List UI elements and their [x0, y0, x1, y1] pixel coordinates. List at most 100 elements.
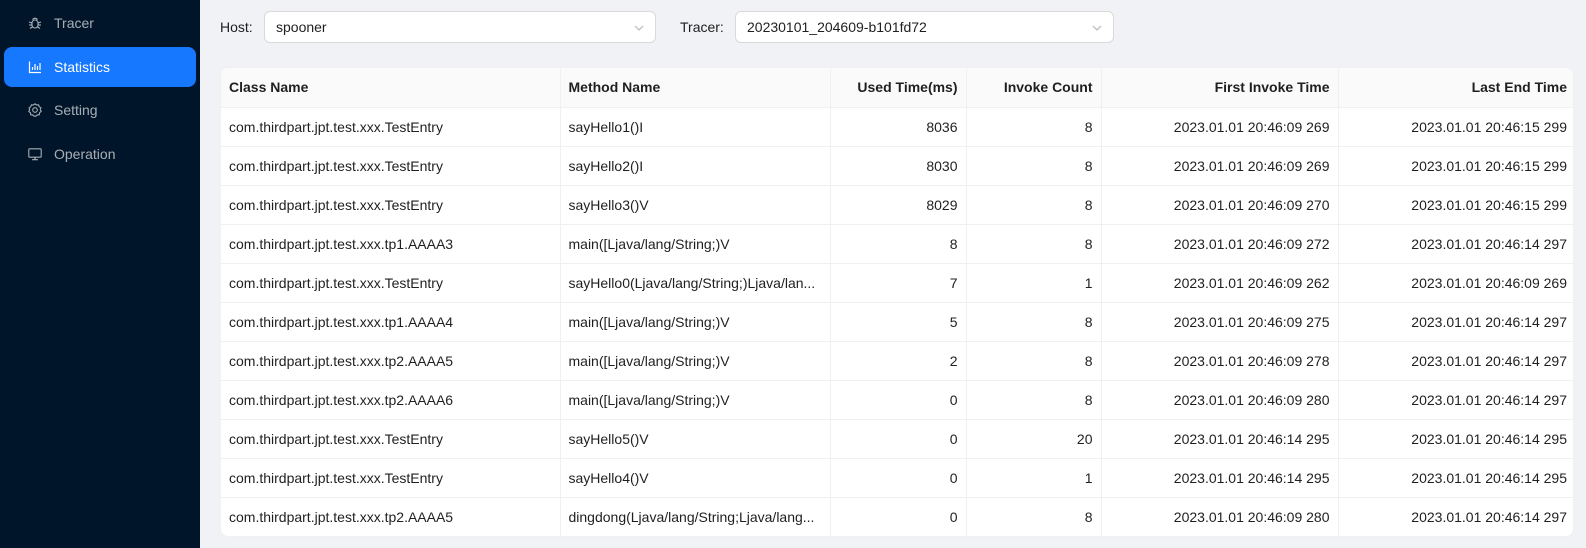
- table-row[interactable]: com.thirdpart.jpt.test.xxx.tp2.AAAA5 main…: [221, 341, 1573, 381]
- used-time-cell: 0: [830, 458, 967, 498]
- method-name-cell: main([Ljava/lang/String;)V: [560, 224, 831, 264]
- invoke-count-cell: 8: [966, 185, 1102, 225]
- sidebar-item-statistics[interactable]: Statistics: [4, 47, 196, 87]
- last-end-time-cell: 2023.01.01 20:46:15 299: [1338, 146, 1573, 186]
- tracer-select[interactable]: 20230101_204609-b101fd72: [735, 11, 1114, 43]
- table-row[interactable]: com.thirdpart.jpt.test.xxx.tp2.AAAA6 main…: [221, 380, 1573, 420]
- first-invoke-time-cell: 2023.01.01 20:46:09 280: [1101, 380, 1339, 420]
- method-name-cell: sayHello1()I: [560, 107, 831, 147]
- bug-icon: [28, 16, 42, 30]
- column-header-used-time[interactable]: Used Time(ms): [830, 68, 967, 108]
- sidebar-item-label: Statistics: [54, 59, 111, 75]
- class-name-cell: com.thirdpart.jpt.test.xxx.TestEntry: [221, 146, 561, 186]
- table-row[interactable]: com.thirdpart.jpt.test.xxx.tp2.AAAA5 ding…: [221, 497, 1573, 536]
- sidebar-item-label: Tracer: [54, 15, 94, 31]
- desktop-icon: [28, 147, 42, 161]
- class-name-cell: com.thirdpart.jpt.test.xxx.tp2.AAAA5: [221, 341, 561, 381]
- first-invoke-time-cell: 2023.01.01 20:46:09 278: [1101, 341, 1339, 381]
- used-time-cell: 0: [830, 419, 967, 459]
- invoke-count-cell: 8: [966, 302, 1102, 342]
- class-name-cell: com.thirdpart.jpt.test.xxx.TestEntry: [221, 458, 561, 498]
- method-name-cell: sayHello0(Ljava/lang/String;)Ljava/lan..…: [560, 263, 831, 303]
- sidebar-item-operation[interactable]: Operation: [4, 134, 196, 174]
- last-end-time-cell: 2023.01.01 20:46:14 297: [1338, 302, 1573, 342]
- method-name-cell: sayHello3()V: [560, 185, 831, 225]
- table-row[interactable]: com.thirdpart.jpt.test.xxx.TestEntry sayH…: [221, 107, 1573, 147]
- column-header-last-end-time[interactable]: Last End Time: [1338, 68, 1573, 108]
- used-time-cell: 2: [830, 341, 967, 381]
- used-time-cell: 8: [830, 224, 967, 264]
- invoke-count-cell: 8: [966, 107, 1102, 147]
- host-select-value: spooner: [276, 19, 327, 35]
- invoke-count-cell: 1: [966, 458, 1102, 498]
- sidebar-item-setting[interactable]: Setting: [4, 90, 196, 130]
- last-end-time-cell: 2023.01.01 20:46:15 299: [1338, 185, 1573, 225]
- chevron-down-icon: [633, 21, 645, 33]
- table-row[interactable]: com.thirdpart.jpt.test.xxx.TestEntry sayH…: [221, 263, 1573, 303]
- table-row[interactable]: com.thirdpart.jpt.test.xxx.tp1.AAAA3 main…: [221, 224, 1573, 264]
- class-name-cell: com.thirdpart.jpt.test.xxx.tp1.AAAA3: [221, 224, 561, 264]
- table-row[interactable]: com.thirdpart.jpt.test.xxx.TestEntry sayH…: [221, 146, 1573, 186]
- table-row[interactable]: com.thirdpart.jpt.test.xxx.TestEntry sayH…: [221, 458, 1573, 498]
- used-time-cell: 8036: [830, 107, 967, 147]
- used-time-cell: 7: [830, 263, 967, 303]
- first-invoke-time-cell: 2023.01.01 20:46:09 269: [1101, 146, 1339, 186]
- last-end-time-cell: 2023.01.01 20:46:14 297: [1338, 341, 1573, 381]
- last-end-time-cell: 2023.01.01 20:46:15 299: [1338, 107, 1573, 147]
- class-name-cell: com.thirdpart.jpt.test.xxx.TestEntry: [221, 107, 561, 147]
- class-name-cell: com.thirdpart.jpt.test.xxx.tp2.AAAA6: [221, 380, 561, 420]
- invoke-count-cell: 8: [966, 380, 1102, 420]
- class-name-cell: com.thirdpart.jpt.test.xxx.tp1.AAAA4: [221, 302, 561, 342]
- method-name-cell: sayHello2()I: [560, 146, 831, 186]
- used-time-cell: 0: [830, 497, 967, 536]
- sidebar-item-label: Operation: [54, 146, 116, 162]
- invoke-count-cell: 20: [966, 419, 1102, 459]
- invoke-count-cell: 8: [966, 497, 1102, 536]
- invoke-count-cell: 1: [966, 263, 1102, 303]
- class-name-cell: com.thirdpart.jpt.test.xxx.tp2.AAAA5: [221, 497, 561, 536]
- invoke-count-cell: 8: [966, 224, 1102, 264]
- column-header-method-name[interactable]: Method Name: [560, 68, 831, 108]
- column-header-invoke-count[interactable]: Invoke Count: [966, 68, 1102, 108]
- first-invoke-time-cell: 2023.01.01 20:46:14 295: [1101, 419, 1339, 459]
- statistics-table: Class Name Method Name Used Time(ms) Inv…: [220, 67, 1574, 537]
- sidebar-item-tracer[interactable]: Tracer: [4, 3, 196, 43]
- table-header-row: Class Name Method Name Used Time(ms) Inv…: [221, 68, 1573, 108]
- last-end-time-cell: 2023.01.01 20:46:14 295: [1338, 458, 1573, 498]
- method-name-cell: sayHello4()V: [560, 458, 831, 498]
- first-invoke-time-cell: 2023.01.01 20:46:09 269: [1101, 107, 1339, 147]
- last-end-time-cell: 2023.01.01 20:46:14 295: [1338, 419, 1573, 459]
- host-select[interactable]: spooner: [264, 11, 656, 43]
- table-row[interactable]: com.thirdpart.jpt.test.xxx.TestEntry sayH…: [221, 419, 1573, 459]
- tracer-label: Tracer:: [680, 19, 724, 35]
- column-header-class-name[interactable]: Class Name: [221, 68, 561, 108]
- method-name-cell: dingdong(Ljava/lang/String;Ljava/lang...: [560, 497, 831, 536]
- method-name-cell: main([Ljava/lang/String;)V: [560, 341, 831, 381]
- first-invoke-time-cell: 2023.01.01 20:46:14 295: [1101, 458, 1339, 498]
- chevron-down-icon: [1091, 21, 1103, 33]
- used-time-cell: 8030: [830, 146, 967, 186]
- table-row[interactable]: com.thirdpart.jpt.test.xxx.TestEntry sayH…: [221, 185, 1573, 225]
- sidebar: Tracer Statistics Setting Operation: [0, 0, 200, 548]
- last-end-time-cell: 2023.01.01 20:46:09 269: [1338, 263, 1573, 303]
- method-name-cell: main([Ljava/lang/String;)V: [560, 302, 831, 342]
- last-end-time-cell: 2023.01.01 20:46:14 297: [1338, 224, 1573, 264]
- last-end-time-cell: 2023.01.01 20:46:14 297: [1338, 380, 1573, 420]
- host-label: Host:: [220, 19, 253, 35]
- used-time-cell: 5: [830, 302, 967, 342]
- first-invoke-time-cell: 2023.01.01 20:46:09 280: [1101, 497, 1339, 536]
- invoke-count-cell: 8: [966, 146, 1102, 186]
- first-invoke-time-cell: 2023.01.01 20:46:09 262: [1101, 263, 1339, 303]
- class-name-cell: com.thirdpart.jpt.test.xxx.TestEntry: [221, 419, 561, 459]
- used-time-cell: 8029: [830, 185, 967, 225]
- first-invoke-time-cell: 2023.01.01 20:46:09 270: [1101, 185, 1339, 225]
- bar-chart-icon: [28, 60, 42, 74]
- column-header-first-invoke-time[interactable]: First Invoke Time: [1101, 68, 1339, 108]
- method-name-cell: main([Ljava/lang/String;)V: [560, 380, 831, 420]
- table-row[interactable]: com.thirdpart.jpt.test.xxx.tp1.AAAA4 main…: [221, 302, 1573, 342]
- gear-icon: [28, 103, 42, 117]
- last-end-time-cell: 2023.01.01 20:46:14 297: [1411, 508, 1567, 525]
- sidebar-item-label: Setting: [54, 102, 98, 118]
- first-invoke-time-cell: 2023.01.01 20:46:09 275: [1101, 302, 1339, 342]
- first-invoke-time-cell: 2023.01.01 20:46:09 272: [1101, 224, 1339, 264]
